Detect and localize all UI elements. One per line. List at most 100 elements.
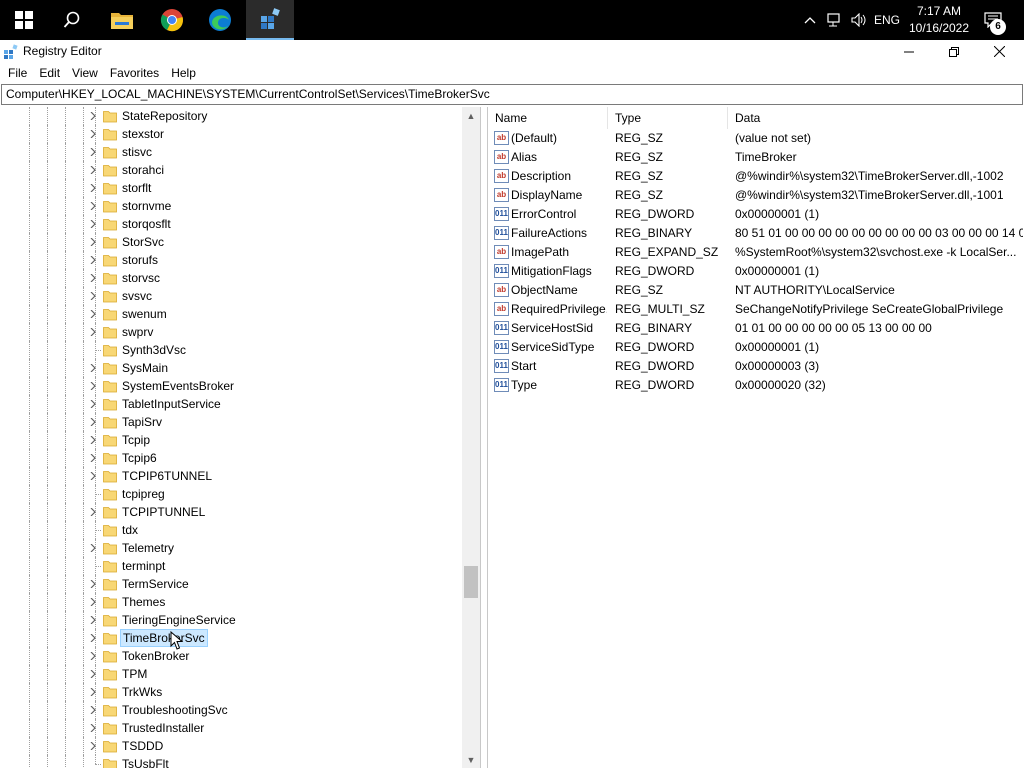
expand-chevron-icon[interactable] bbox=[89, 310, 97, 318]
tree-item-label[interactable]: StateRepository bbox=[120, 107, 209, 125]
tree-item[interactable]: TokenBroker bbox=[0, 647, 462, 665]
expand-chevron-icon[interactable] bbox=[89, 436, 97, 444]
expand-chevron-icon[interactable] bbox=[89, 382, 97, 390]
expand-chevron-icon[interactable] bbox=[89, 130, 97, 138]
tree-item[interactable]: TCPIP6TUNNEL bbox=[0, 467, 462, 485]
tree-item[interactable]: storufs bbox=[0, 251, 462, 269]
tree-item-label[interactable]: TieringEngineService bbox=[120, 611, 238, 629]
tree-item-label[interactable]: TrustedInstaller bbox=[120, 719, 206, 737]
tree-item[interactable]: stornvme bbox=[0, 197, 462, 215]
key-tree-pane[interactable]: StateRepository stexstor stisvc storahci sto… bbox=[0, 107, 481, 768]
close-button[interactable] bbox=[976, 40, 1022, 63]
expand-chevron-icon[interactable] bbox=[89, 292, 97, 300]
value-row[interactable]: 011 ServiceHostSid REG_BINARY 01 01 00 00 0… bbox=[488, 319, 1024, 338]
tree-item[interactable]: TSDDD bbox=[0, 737, 462, 755]
tree-item-label[interactable]: TabletInputService bbox=[120, 395, 223, 413]
tree-item-label[interactable]: TSDDD bbox=[120, 737, 165, 755]
value-row[interactable]: ab DisplayName REG_SZ @%windir%\system32\Ti… bbox=[488, 186, 1024, 205]
tree-item-label[interactable]: TimeBrokerSvc bbox=[120, 629, 208, 647]
minimize-button[interactable] bbox=[886, 40, 932, 63]
expand-chevron-icon[interactable] bbox=[89, 148, 97, 156]
volume-tray-button[interactable] bbox=[848, 0, 870, 40]
tree-item[interactable]: swprv bbox=[0, 323, 462, 341]
tree-item[interactable]: TCPIPTUNNEL bbox=[0, 503, 462, 521]
show-hidden-icons-button[interactable] bbox=[800, 0, 820, 40]
expand-chevron-icon[interactable] bbox=[89, 238, 97, 246]
tree-item[interactable]: TrustedInstaller bbox=[0, 719, 462, 737]
tree-item-label[interactable]: stornvme bbox=[120, 197, 173, 215]
tree-item[interactable]: stisvc bbox=[0, 143, 462, 161]
file-explorer-button[interactable] bbox=[98, 0, 146, 40]
expand-chevron-icon[interactable] bbox=[89, 472, 97, 480]
expand-chevron-icon[interactable] bbox=[89, 652, 97, 660]
tree-item[interactable]: Synth3dVsc bbox=[0, 341, 462, 359]
expand-chevron-icon[interactable] bbox=[89, 202, 97, 210]
expand-chevron-icon[interactable] bbox=[89, 742, 97, 750]
tree-item-label[interactable]: Tcpip bbox=[120, 431, 152, 449]
tree-item[interactable]: TapiSrv bbox=[0, 413, 462, 431]
tree-item-label[interactable]: TPM bbox=[120, 665, 149, 683]
tree-item-label[interactable]: svsvc bbox=[120, 287, 154, 305]
expand-chevron-icon[interactable] bbox=[89, 670, 97, 678]
menu-file[interactable]: File bbox=[2, 63, 33, 83]
tree-item[interactable]: tdx bbox=[0, 521, 462, 539]
registry-editor-taskbar-button[interactable] bbox=[246, 0, 294, 40]
tree-item-label[interactable]: Tcpip6 bbox=[120, 449, 159, 467]
expand-chevron-icon[interactable] bbox=[89, 598, 97, 606]
tree-item-label[interactable]: StorSvc bbox=[120, 233, 166, 251]
tree-item-label[interactable]: swenum bbox=[120, 305, 169, 323]
value-row[interactable]: 011 ServiceSidType REG_DWORD 0x00000001 (1) bbox=[488, 338, 1024, 357]
tree-vertical-scrollbar[interactable]: ▲ ▼ bbox=[462, 107, 480, 768]
tree-item-label[interactable]: TCPIPTUNNEL bbox=[120, 503, 207, 521]
tree-item-label[interactable]: TrkWks bbox=[120, 683, 164, 701]
start-button[interactable] bbox=[0, 0, 48, 40]
tree-item-label[interactable]: storahci bbox=[120, 161, 166, 179]
value-row[interactable]: ab Alias REG_SZ TimeBroker bbox=[488, 148, 1024, 167]
tree-item[interactable]: Themes bbox=[0, 593, 462, 611]
tree-item-label[interactable]: TermService bbox=[120, 575, 191, 593]
scroll-down-arrow-icon[interactable]: ▼ bbox=[462, 751, 480, 768]
value-row[interactable]: 011 ErrorControl REG_DWORD 0x00000001 (1) bbox=[488, 205, 1024, 224]
tree-item[interactable]: TrkWks bbox=[0, 683, 462, 701]
tree-item[interactable]: Telemetry bbox=[0, 539, 462, 557]
clock[interactable]: 7:17 AM 10/16/2022 bbox=[897, 3, 981, 37]
chrome-button[interactable] bbox=[148, 0, 196, 40]
tree-item[interactable]: TabletInputService bbox=[0, 395, 462, 413]
expand-chevron-icon[interactable] bbox=[89, 166, 97, 174]
tree-item-label[interactable]: stexstor bbox=[120, 125, 166, 143]
scroll-up-arrow-icon[interactable]: ▲ bbox=[462, 107, 480, 124]
expand-chevron-icon[interactable] bbox=[89, 634, 97, 642]
address-bar[interactable]: Computer\HKEY_LOCAL_MACHINE\SYSTEM\Curre… bbox=[1, 84, 1023, 105]
menu-view[interactable]: View bbox=[66, 63, 104, 83]
tree-item-label[interactable]: swprv bbox=[120, 323, 155, 341]
expand-chevron-icon[interactable] bbox=[89, 418, 97, 426]
tree-item[interactable]: storflt bbox=[0, 179, 462, 197]
tree-item-label[interactable]: storqosflt bbox=[120, 215, 173, 233]
tree-item[interactable]: swenum bbox=[0, 305, 462, 323]
value-row[interactable]: 011 Start REG_DWORD 0x00000003 (3) bbox=[488, 357, 1024, 376]
tree-item[interactable]: TimeBrokerSvc bbox=[0, 629, 462, 647]
values-list-pane[interactable]: Name Type Data ab (Default) REG_SZ (value n… bbox=[487, 107, 1024, 768]
tree-item[interactable]: tcpipreg bbox=[0, 485, 462, 503]
expand-chevron-icon[interactable] bbox=[89, 508, 97, 516]
value-row[interactable]: ab Description REG_SZ @%windir%\system32\Ti… bbox=[488, 167, 1024, 186]
menu-favorites[interactable]: Favorites bbox=[104, 63, 165, 83]
tree-item-label[interactable]: terminpt bbox=[120, 557, 167, 575]
menu-help[interactable]: Help bbox=[165, 63, 202, 83]
expand-chevron-icon[interactable] bbox=[89, 706, 97, 714]
tree-item[interactable]: SysMain bbox=[0, 359, 462, 377]
tree-item[interactable]: Tcpip6 bbox=[0, 449, 462, 467]
tree-item[interactable]: TsUsbFlt bbox=[0, 755, 462, 768]
tree-item[interactable]: TieringEngineService bbox=[0, 611, 462, 629]
tree-item-label[interactable]: SystemEventsBroker bbox=[120, 377, 236, 395]
expand-chevron-icon[interactable] bbox=[89, 256, 97, 264]
tree-item[interactable]: stexstor bbox=[0, 125, 462, 143]
value-row[interactable]: ab RequiredPrivilege... REG_MULTI_SZ SeChan… bbox=[488, 300, 1024, 319]
expand-chevron-icon[interactable] bbox=[89, 400, 97, 408]
expand-chevron-icon[interactable] bbox=[89, 112, 97, 120]
tree-item[interactable]: storvsc bbox=[0, 269, 462, 287]
tree-item[interactable]: TermService bbox=[0, 575, 462, 593]
tree-item-label[interactable]: storufs bbox=[120, 251, 160, 269]
tree-item[interactable]: terminpt bbox=[0, 557, 462, 575]
tree-item-label[interactable]: TapiSrv bbox=[120, 413, 164, 431]
